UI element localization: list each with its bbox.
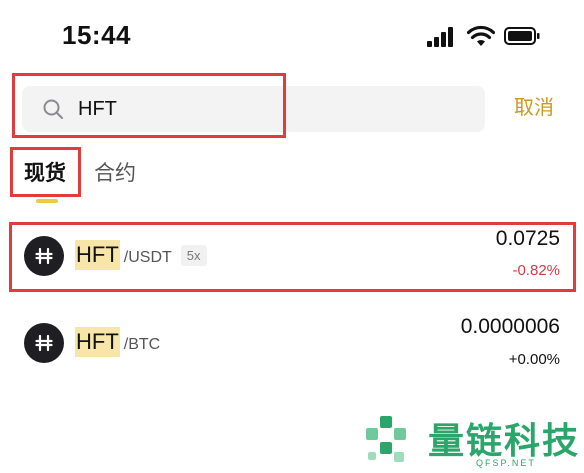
hft-coin-logo-icon [24,323,64,363]
result-row-hft-btc[interactable]: HFT /BTC 0.0000006 +0.00% [0,310,584,382]
price-change: -0.82% [512,262,560,279]
quote-symbol: /BTC [123,336,161,353]
tab-contract[interactable]: 合约 [94,160,136,188]
hft-coin-logo-icon [24,236,64,276]
search-input[interactable]: HFT [22,86,485,132]
active-tab-indicator [36,199,58,203]
pair-name: HFT /USDT 5x [75,240,207,270]
last-price: 0.0000006 [460,315,560,338]
leverage-badge: 5x [180,245,207,266]
tab-spot[interactable]: 现货 [24,160,66,188]
cellular-signal-icon [427,27,457,47]
wifi-icon [467,25,495,46]
search-query-text[interactable]: HFT [78,97,117,121]
watermark-subtext: QFSP.NET [476,458,536,468]
base-symbol: HFT [75,327,120,357]
quote-symbol: /USDT [123,249,172,266]
watermark-logo-icon [366,416,406,462]
status-bar: 15:44 [0,0,584,70]
search-icon [43,99,63,119]
watermark: 量链科技 QFSP.NET [360,410,580,470]
watermark-text: 量链科技 [428,421,581,462]
result-row-hft-usdt[interactable]: HFT /USDT 5x 0.0725 -0.82% [0,222,584,294]
cancel-button[interactable]: 取消 [514,96,554,120]
status-time: 15:44 [62,20,131,50]
base-symbol: HFT [75,240,120,270]
last-price: 0.0725 [495,227,560,250]
battery-icon [504,27,540,45]
pair-name: HFT /BTC [75,327,160,357]
price-change: +0.00% [508,351,560,368]
